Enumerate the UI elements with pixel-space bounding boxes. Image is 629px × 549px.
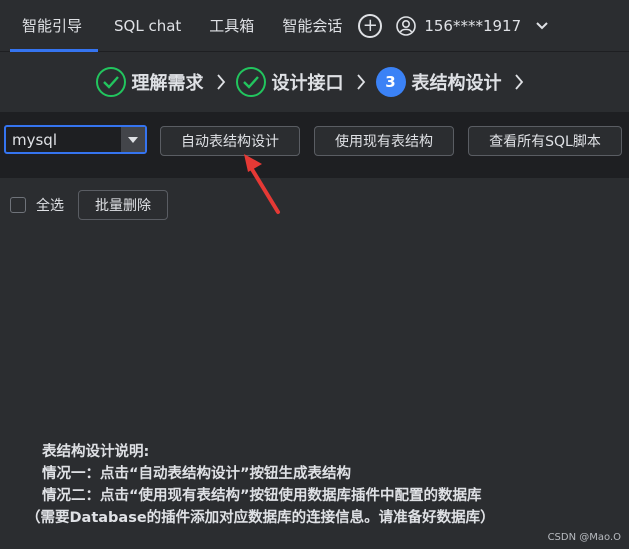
use-existing-tables-button[interactable]: 使用现有表结构	[314, 126, 454, 156]
check-icon	[235, 67, 266, 97]
database-type-value: mysql	[12, 130, 57, 149]
tab-label: 智能会话	[282, 17, 343, 35]
step-indicator: 理解需求 设计接口 3 表结构设计	[0, 52, 629, 112]
batch-delete-button[interactable]: 批量删除	[78, 190, 168, 220]
database-type-select[interactable]: mysql	[4, 125, 147, 154]
step-understand-requirements: 理解需求	[95, 67, 236, 97]
step-design-interface: 设计接口	[235, 67, 376, 97]
tab-toolbox[interactable]: 工具箱	[195, 0, 268, 52]
list-actions: 全选 批量删除	[10, 190, 168, 220]
step-number: 3	[375, 67, 406, 97]
instructions-line: 情况二：点击“使用现有表结构”按钮使用数据库插件中配置的数据库	[42, 488, 482, 504]
user-name: 156****1917	[424, 16, 522, 35]
design-instructions: 表结构设计说明: 情况一：点击“自动表结构设计”按钮生成表结构 情况二：点击“使…	[26, 441, 495, 529]
tab-sql-chat[interactable]: SQL chat	[100, 0, 195, 52]
select-all-checkbox[interactable]	[10, 197, 26, 213]
tab-label: SQL chat	[114, 16, 182, 35]
select-all-label: 全选	[36, 198, 64, 214]
chevron-right-icon	[216, 74, 225, 90]
tab-label: 工具箱	[209, 17, 255, 35]
tab-label: 智能引导	[22, 17, 83, 35]
dropdown-arrow-icon[interactable]	[121, 127, 145, 152]
instructions-line: （需要Database的插件添加对应数据库的连接信息。请准备好数据库）	[26, 510, 495, 526]
watermark: CSDN @Mao.O	[547, 532, 621, 543]
step-label: 表结构设计	[411, 73, 502, 94]
user-circle-icon	[396, 15, 417, 36]
plus-circle-icon[interactable]: +	[358, 13, 383, 38]
annotation-arrow-icon	[244, 154, 280, 214]
top-nav: 智能引导 SQL chat 工具箱 智能会话 + 156****1917	[0, 0, 629, 52]
step-label: 设计接口	[271, 73, 344, 94]
check-icon	[95, 67, 126, 97]
instructions-line: 情况一：点击“自动表结构设计”按钮生成表结构	[42, 466, 352, 482]
user-menu[interactable]: 156****1917	[396, 15, 549, 36]
tab-smart-guide[interactable]: 智能引导	[0, 0, 100, 52]
chevron-down-icon[interactable]	[535, 21, 549, 31]
chevron-right-icon	[356, 74, 365, 90]
instructions-title: 表结构设计说明:	[42, 444, 150, 460]
view-all-sql-scripts-button[interactable]: 查看所有SQL脚本	[468, 126, 622, 156]
step-table-design: 3 表结构设计	[375, 67, 534, 97]
tab-smart-chat[interactable]: 智能会话	[268, 0, 356, 52]
table-design-toolbar: mysql 自动表结构设计 使用现有表结构 查看所有SQL脚本	[0, 112, 629, 178]
chevron-right-icon	[514, 74, 523, 90]
step-label: 理解需求	[131, 73, 204, 94]
